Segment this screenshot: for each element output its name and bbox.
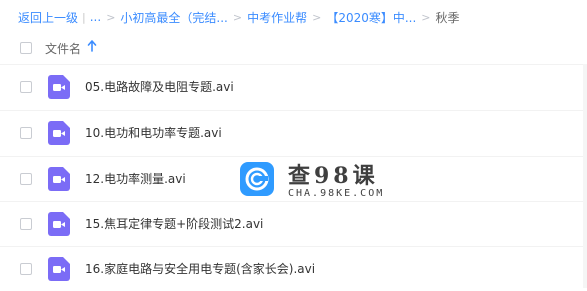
back-link[interactable]: 返回上一级 bbox=[18, 9, 78, 26]
cha98ke-logo-icon bbox=[240, 162, 274, 196]
sort-arrow-up-icon[interactable] bbox=[87, 39, 97, 53]
separator: | bbox=[82, 10, 86, 24]
video-file-icon bbox=[48, 257, 70, 281]
video-file-icon bbox=[48, 121, 70, 145]
file-name[interactable]: 16.家庭电路与安全用电专题(含家长会).avi bbox=[85, 260, 315, 277]
row-checkbox[interactable] bbox=[20, 218, 32, 230]
file-row[interactable]: 10.电功和电功率专题.avi bbox=[0, 110, 587, 155]
watermark: 查98课 CHA.98KE.COM bbox=[240, 158, 400, 208]
breadcrumb: 返回上一级 | ... > 小初高最全（完结... > 中考作业帮 > 【202… bbox=[18, 8, 460, 26]
breadcrumb-item-3[interactable]: 【2020寒】中... bbox=[326, 9, 416, 26]
file-row[interactable]: 05.电路故障及电阻专题.avi bbox=[0, 64, 587, 109]
watermark-subtitle: CHA.98KE.COM bbox=[288, 188, 385, 199]
video-file-icon bbox=[48, 75, 70, 99]
row-checkbox[interactable] bbox=[20, 81, 32, 93]
file-name[interactable]: 12.电功率测量.avi bbox=[85, 170, 186, 187]
file-list-header: 文件名 bbox=[0, 34, 587, 62]
select-all-checkbox[interactable] bbox=[20, 42, 32, 54]
chevron-right-icon: > bbox=[421, 10, 431, 24]
chevron-right-icon: > bbox=[106, 10, 116, 24]
file-name[interactable]: 10.电功和电功率专题.avi bbox=[85, 124, 222, 141]
file-row[interactable]: 16.家庭电路与安全用电专题(含家长会).avi bbox=[0, 246, 587, 291]
row-checkbox[interactable] bbox=[20, 263, 32, 275]
breadcrumb-item-1[interactable]: 小初高最全（完结... bbox=[120, 9, 227, 26]
file-name[interactable]: 05.电路故障及电阻专题.avi bbox=[85, 78, 234, 95]
video-file-icon bbox=[48, 212, 70, 236]
breadcrumb-item-2[interactable]: 中考作业帮 bbox=[247, 9, 307, 26]
row-checkbox[interactable] bbox=[20, 127, 32, 139]
video-file-icon bbox=[48, 167, 70, 191]
watermark-title: 查98课 bbox=[288, 163, 379, 189]
chevron-right-icon: > bbox=[232, 10, 243, 24]
name-column-header[interactable]: 文件名 bbox=[45, 40, 81, 57]
row-checkbox[interactable] bbox=[20, 173, 32, 185]
scrollbar[interactable] bbox=[583, 64, 587, 288]
file-name[interactable]: 15.焦耳定律专题+阶段测试2.avi bbox=[85, 215, 263, 232]
chevron-right-icon: > bbox=[312, 10, 322, 24]
breadcrumb-current: 秋季 bbox=[435, 10, 460, 25]
breadcrumb-ellipsis[interactable]: ... bbox=[90, 10, 101, 24]
